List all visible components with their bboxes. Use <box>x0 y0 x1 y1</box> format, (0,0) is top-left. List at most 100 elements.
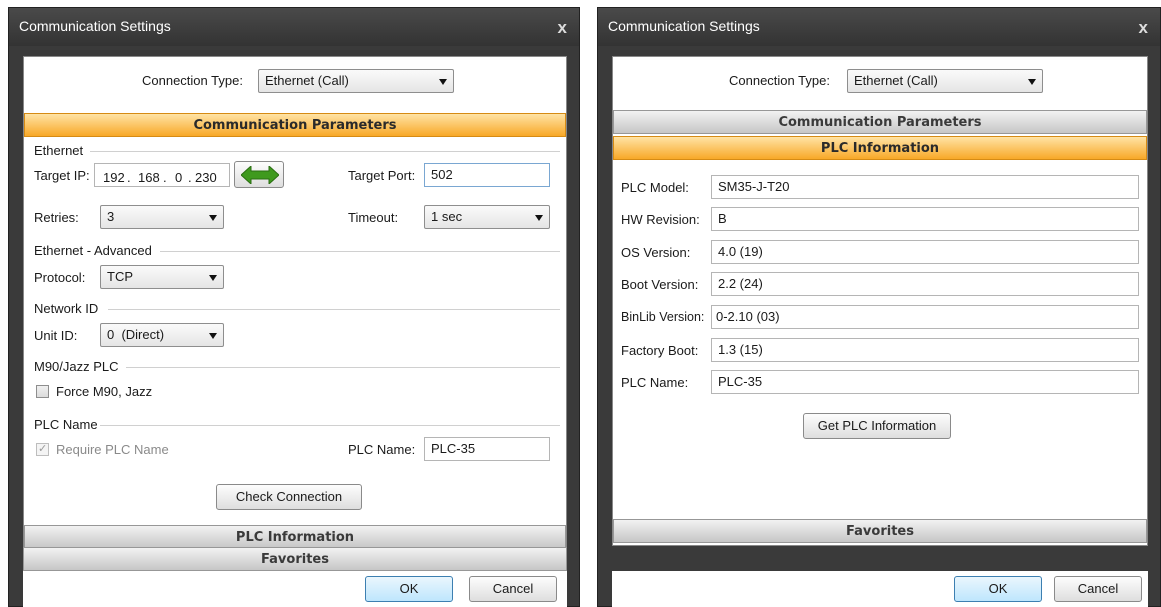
chevron-down-icon <box>439 79 447 85</box>
close-icon[interactable]: x <box>1139 18 1148 38</box>
ip-dot-3: . <box>188 170 192 185</box>
section-communication-parameters[interactable]: Communication Parameters <box>613 110 1147 134</box>
left-dialog: Communication Settings x Connection Type… <box>8 7 580 607</box>
connect-arrow-button[interactable] <box>234 161 284 188</box>
connection-type-value: Ethernet (Call) <box>265 73 349 88</box>
ip-dot-1: . <box>127 170 131 185</box>
divider <box>126 367 560 368</box>
cancel-button[interactable]: Cancel <box>1054 576 1142 602</box>
info-label: Boot Version: <box>621 277 699 292</box>
chevron-down-icon <box>1028 79 1036 85</box>
connection-type-value: Ethernet (Call) <box>854 73 938 88</box>
protocol-value: TCP <box>107 269 133 284</box>
ethernet-advanced-group-title: Ethernet - Advanced <box>34 243 152 258</box>
info-value-field: 1.3 (15) <box>711 338 1139 362</box>
unit-id-select[interactable]: 0 (Direct) <box>100 323 224 347</box>
ok-button[interactable]: OK <box>954 576 1042 602</box>
window-title: Communication Settings <box>608 18 760 34</box>
divider <box>108 309 560 310</box>
settings-panel: Connection Type: Ethernet (Call) Communi… <box>23 56 567 559</box>
timeout-select[interactable]: 1 sec <box>424 205 550 229</box>
title-bar[interactable]: Communication Settings x <box>9 8 579 46</box>
chevron-down-icon <box>209 215 217 221</box>
network-id-group-title: Network ID <box>34 301 99 316</box>
ok-button[interactable]: OK <box>365 576 453 602</box>
close-icon[interactable]: x <box>558 18 567 38</box>
section-favorites[interactable]: Favorites <box>613 519 1147 543</box>
timeout-label: Timeout: <box>348 210 399 225</box>
info-label: OS Version: <box>621 245 691 260</box>
section-communication-parameters[interactable]: Communication Parameters <box>24 113 566 137</box>
plc-name-group-title: PLC Name <box>34 417 98 432</box>
target-ip-input[interactable]: 192 . 168 . 0 . 230 <box>94 163 230 187</box>
ip-octet-1: 192 <box>103 170 125 185</box>
require-plc-name-checkbox[interactable]: ✓ <box>36 443 49 456</box>
info-label: PLC Model: <box>621 180 689 195</box>
double-arrow-icon <box>241 166 279 184</box>
info-value-field: 0-2.10 (03) <box>711 305 1139 329</box>
divider <box>160 251 560 252</box>
chevron-down-icon <box>209 275 217 281</box>
force-m90-checkbox[interactable] <box>36 385 49 398</box>
info-value-field: 4.0 (19) <box>711 240 1139 264</box>
settings-panel: Connection Type: Ethernet (Call) Communi… <box>612 56 1148 546</box>
plc-name-input[interactable]: PLC-35 <box>424 437 550 461</box>
divider <box>100 425 560 426</box>
retries-select[interactable]: 3 <box>100 205 224 229</box>
connection-type-select[interactable]: Ethernet (Call) <box>258 69 454 93</box>
info-value: 2.2 (24) <box>718 276 763 291</box>
unit-id-label: Unit ID: <box>34 328 78 343</box>
info-value: PLC-35 <box>718 374 763 389</box>
ip-octet-3: 0 <box>175 170 183 185</box>
divider <box>90 151 560 152</box>
section-plc-information[interactable]: PLC Information <box>613 136 1147 160</box>
dialog-footer: OK Cancel <box>23 571 567 607</box>
m90-group-title: M90/Jazz PLC <box>34 359 119 374</box>
protocol-label: Protocol: <box>34 270 86 285</box>
check-connection-button[interactable]: Check Connection <box>216 484 362 510</box>
require-plc-name-label: Require PLC Name <box>56 442 169 457</box>
retries-value: 3 <box>107 209 115 224</box>
title-bar[interactable]: Communication Settings x <box>598 8 1160 46</box>
target-port-input[interactable]: 502 <box>424 163 550 187</box>
info-label: PLC Name: <box>621 375 689 390</box>
timeout-value: 1 sec <box>431 209 463 224</box>
chevron-down-icon <box>535 215 543 221</box>
info-value: 1.3 (15) <box>718 342 763 357</box>
info-value: 4.0 (19) <box>718 244 763 259</box>
info-label: HW Revision: <box>621 212 700 227</box>
unit-id-value: 0 (Direct) <box>107 327 165 342</box>
window-title: Communication Settings <box>19 18 171 34</box>
target-ip-label: Target IP: <box>34 168 90 183</box>
dialog-footer: OK Cancel <box>612 571 1148 607</box>
info-value-field: SM35-J-T20 <box>711 175 1139 199</box>
connection-type-label: Connection Type: <box>729 73 830 88</box>
info-value-field: 2.2 (24) <box>711 272 1139 296</box>
ip-octet-4: 230 <box>195 170 217 185</box>
info-value: SM35-J-T20 <box>718 179 790 194</box>
cancel-button[interactable]: Cancel <box>469 576 557 602</box>
checkmark-icon: ✓ <box>38 443 48 455</box>
section-plc-information[interactable]: PLC Information <box>24 525 566 549</box>
target-port-value: 502 <box>431 167 453 182</box>
retries-label: Retries: <box>34 210 79 225</box>
info-value: 0-2.10 (03) <box>716 309 780 324</box>
info-value-field: B <box>711 207 1139 231</box>
plc-name-value: PLC-35 <box>431 441 476 456</box>
ip-dot-2: . <box>163 170 167 185</box>
protocol-select[interactable]: TCP <box>100 265 224 289</box>
section-favorites[interactable]: Favorites <box>23 547 567 571</box>
get-plc-information-button[interactable]: Get PLC Information <box>803 413 951 439</box>
force-m90-label: Force M90, Jazz <box>56 384 153 399</box>
plc-name-label: PLC Name: <box>348 442 416 457</box>
ip-octet-2: 168 <box>138 170 160 185</box>
info-label: Factory Boot: <box>621 343 699 358</box>
chevron-down-icon <box>209 333 217 339</box>
right-dialog: Communication Settings x Connection Type… <box>597 7 1161 607</box>
info-value: B <box>718 211 727 226</box>
target-port-label: Target Port: <box>348 168 416 183</box>
ethernet-group-title: Ethernet <box>34 143 84 158</box>
connection-type-select[interactable]: Ethernet (Call) <box>847 69 1043 93</box>
info-value-field: PLC-35 <box>711 370 1139 394</box>
info-label: BinLib Version: <box>621 310 705 324</box>
